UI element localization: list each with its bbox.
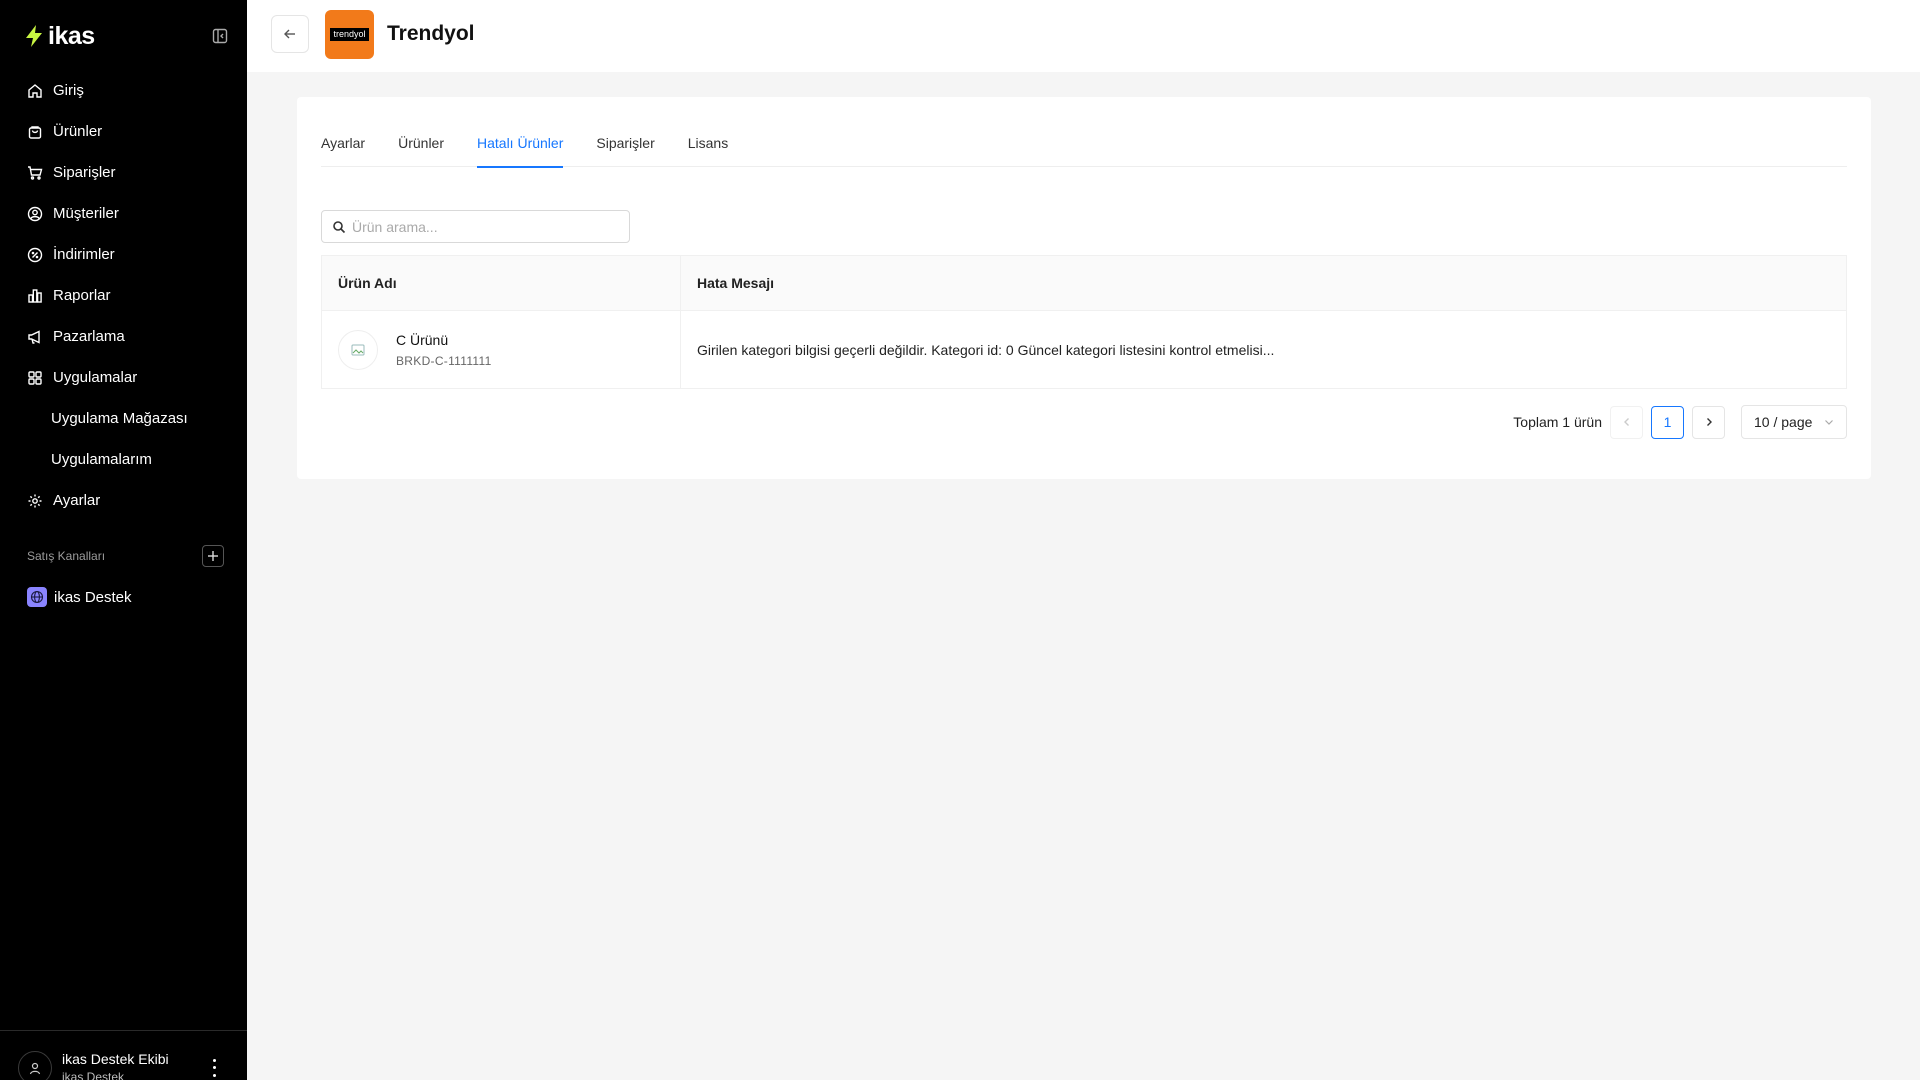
search-box (321, 210, 630, 243)
plus-icon (208, 551, 218, 561)
sidebar-item-siparisler[interactable]: Siparişler (16, 152, 231, 193)
product-image (338, 329, 378, 370)
sidebar-item-label: Pazarlama (53, 328, 125, 345)
column-header-product-name: Ürün Adı (322, 256, 681, 310)
sidebar-item-urunler[interactable]: Ürünler (16, 111, 231, 152)
prev-page-button[interactable] (1610, 405, 1643, 439)
pagination: Toplam 1 ürün 1 10 / page (1513, 405, 1847, 439)
globe-icon (27, 587, 47, 607)
search-input[interactable] (352, 218, 622, 235)
megaphone-icon (28, 329, 40, 344)
tab-hatali-urunler[interactable]: Hatalı Ürünler (477, 123, 564, 168)
tab-bar: Ayarlar Ürünler Hatalı Ürünler Siparişle… (321, 123, 1847, 168)
sidebar-nav: Giriş Ürünler Siparişler Müşteriler İndi… (16, 70, 231, 521)
page-size-select[interactable]: 10 / page (1741, 405, 1847, 439)
content-card: Ayarlar Ürünler Hatalı Ürünler Siparişle… (297, 97, 1871, 479)
sidebar-item-label: Müşteriler (53, 205, 119, 222)
table-row[interactable]: C Ürünü BRKD-C-1111111 Girilen kategori … (322, 311, 1846, 388)
sidebar-item-label: Uygulama Mağazası (51, 410, 188, 427)
sidebar-item-uygulamalarim[interactable]: Uygulamalarım (16, 439, 231, 480)
page-size-value: 10 / page (1754, 414, 1813, 430)
product-info: C Ürünü BRKD-C-1111111 (396, 332, 492, 368)
broken-image-icon (351, 344, 365, 355)
user-name: ikas Destek Ekibi (62, 1051, 169, 1067)
sales-channel-item[interactable]: ikas Destek (27, 585, 132, 609)
chevron-left-icon (1623, 418, 1629, 426)
user-footer: ikas Destek Ekibi ikas Destek (0, 1030, 247, 1080)
channel-label: ikas Destek (54, 588, 132, 606)
sidebar-item-giris[interactable]: Giriş (16, 70, 231, 111)
user-circle-icon (27, 206, 43, 221)
bag-icon (28, 125, 42, 139)
home-icon (28, 83, 42, 98)
logo-text: ikas (48, 21, 95, 50)
chevron-right-icon (1706, 418, 1712, 426)
sidebar-item-raporlar[interactable]: Raporlar (16, 275, 231, 316)
sales-channels-header: Satış Kanalları (27, 544, 224, 568)
chevron-down-icon (1825, 420, 1833, 425)
tab-urunler[interactable]: Ürünler (398, 123, 444, 167)
next-page-button[interactable] (1692, 405, 1725, 439)
back-button[interactable] (271, 15, 309, 53)
sidebar-item-indirimler[interactable]: İndirimler (16, 234, 231, 275)
sidebar-item-label: Siparişler (53, 164, 116, 181)
cart-icon (28, 165, 43, 180)
sidebar-item-uygulamalar[interactable]: Uygulamalar (16, 357, 231, 398)
search-icon (333, 220, 346, 233)
error-products-table: Ürün Adı Hata Mesajı C Ürünü BRKD-C-1111… (321, 255, 1847, 389)
sidebar-item-ayarlar[interactable]: Ayarlar (16, 480, 231, 521)
collapse-sidebar-icon[interactable] (210, 26, 230, 46)
ikas-logo[interactable]: ikas (24, 22, 95, 51)
tab-ayarlar[interactable]: Ayarlar (321, 123, 365, 167)
chart-icon (28, 288, 42, 303)
trendyol-logo: trendyol (325, 10, 374, 59)
sidebar-item-uygulama-magazasi[interactable]: Uygulama Mağazası (16, 398, 231, 439)
user-org: ikas Destek (62, 1070, 125, 1080)
sidebar-item-label: Ayarlar (53, 492, 101, 509)
grid-icon (28, 370, 42, 385)
sidebar-item-pazarlama[interactable]: Pazarlama (16, 316, 231, 357)
add-channel-button[interactable] (202, 545, 224, 567)
discount-icon (27, 247, 43, 262)
tab-lisans[interactable]: Lisans (688, 123, 728, 167)
section-label: Satış Kanalları (27, 549, 106, 563)
sidebar-item-label: Uygulamalar (53, 369, 138, 386)
sidebar-item-label: Giriş (53, 82, 84, 99)
sidebar: ikas Giriş Ürünler Siparişler Müşteriler… (0, 0, 247, 1080)
tab-siparisler[interactable]: Siparişler (596, 123, 654, 167)
total-count: Toplam 1 ürün (1513, 414, 1602, 430)
sidebar-item-label: Ürünler (53, 123, 103, 140)
page-title: Trendyol (387, 22, 475, 45)
page-header: trendyol Trendyol (247, 0, 1920, 72)
sidebar-item-musteriler[interactable]: Müşteriler (16, 193, 231, 234)
column-header-error-message: Hata Mesajı (697, 275, 775, 291)
avatar[interactable] (18, 1051, 52, 1080)
sidebar-item-label: Raporlar (53, 287, 111, 304)
bolt-icon (26, 25, 42, 47)
arrow-left-icon (284, 29, 295, 39)
brand-logo-text: trendyol (330, 28, 369, 41)
table-header: Ürün Adı Hata Mesajı (322, 256, 1846, 311)
sidebar-item-label: Uygulamalarım (51, 451, 152, 468)
page-button-current[interactable]: 1 (1651, 405, 1684, 439)
user-icon (29, 1062, 41, 1075)
more-options-icon[interactable] (208, 1057, 220, 1079)
product-name[interactable]: C Ürünü (396, 332, 492, 348)
gear-icon (28, 494, 42, 507)
product-cell: C Ürünü BRKD-C-1111111 (322, 311, 681, 388)
logo-row: ikas (24, 20, 230, 52)
product-sku: BRKD-C-1111111 (396, 353, 492, 368)
sidebar-item-label: İndirimler (53, 246, 115, 263)
error-message-cell: Girilen kategori bilgisi geçerli değildi… (697, 341, 1275, 358)
